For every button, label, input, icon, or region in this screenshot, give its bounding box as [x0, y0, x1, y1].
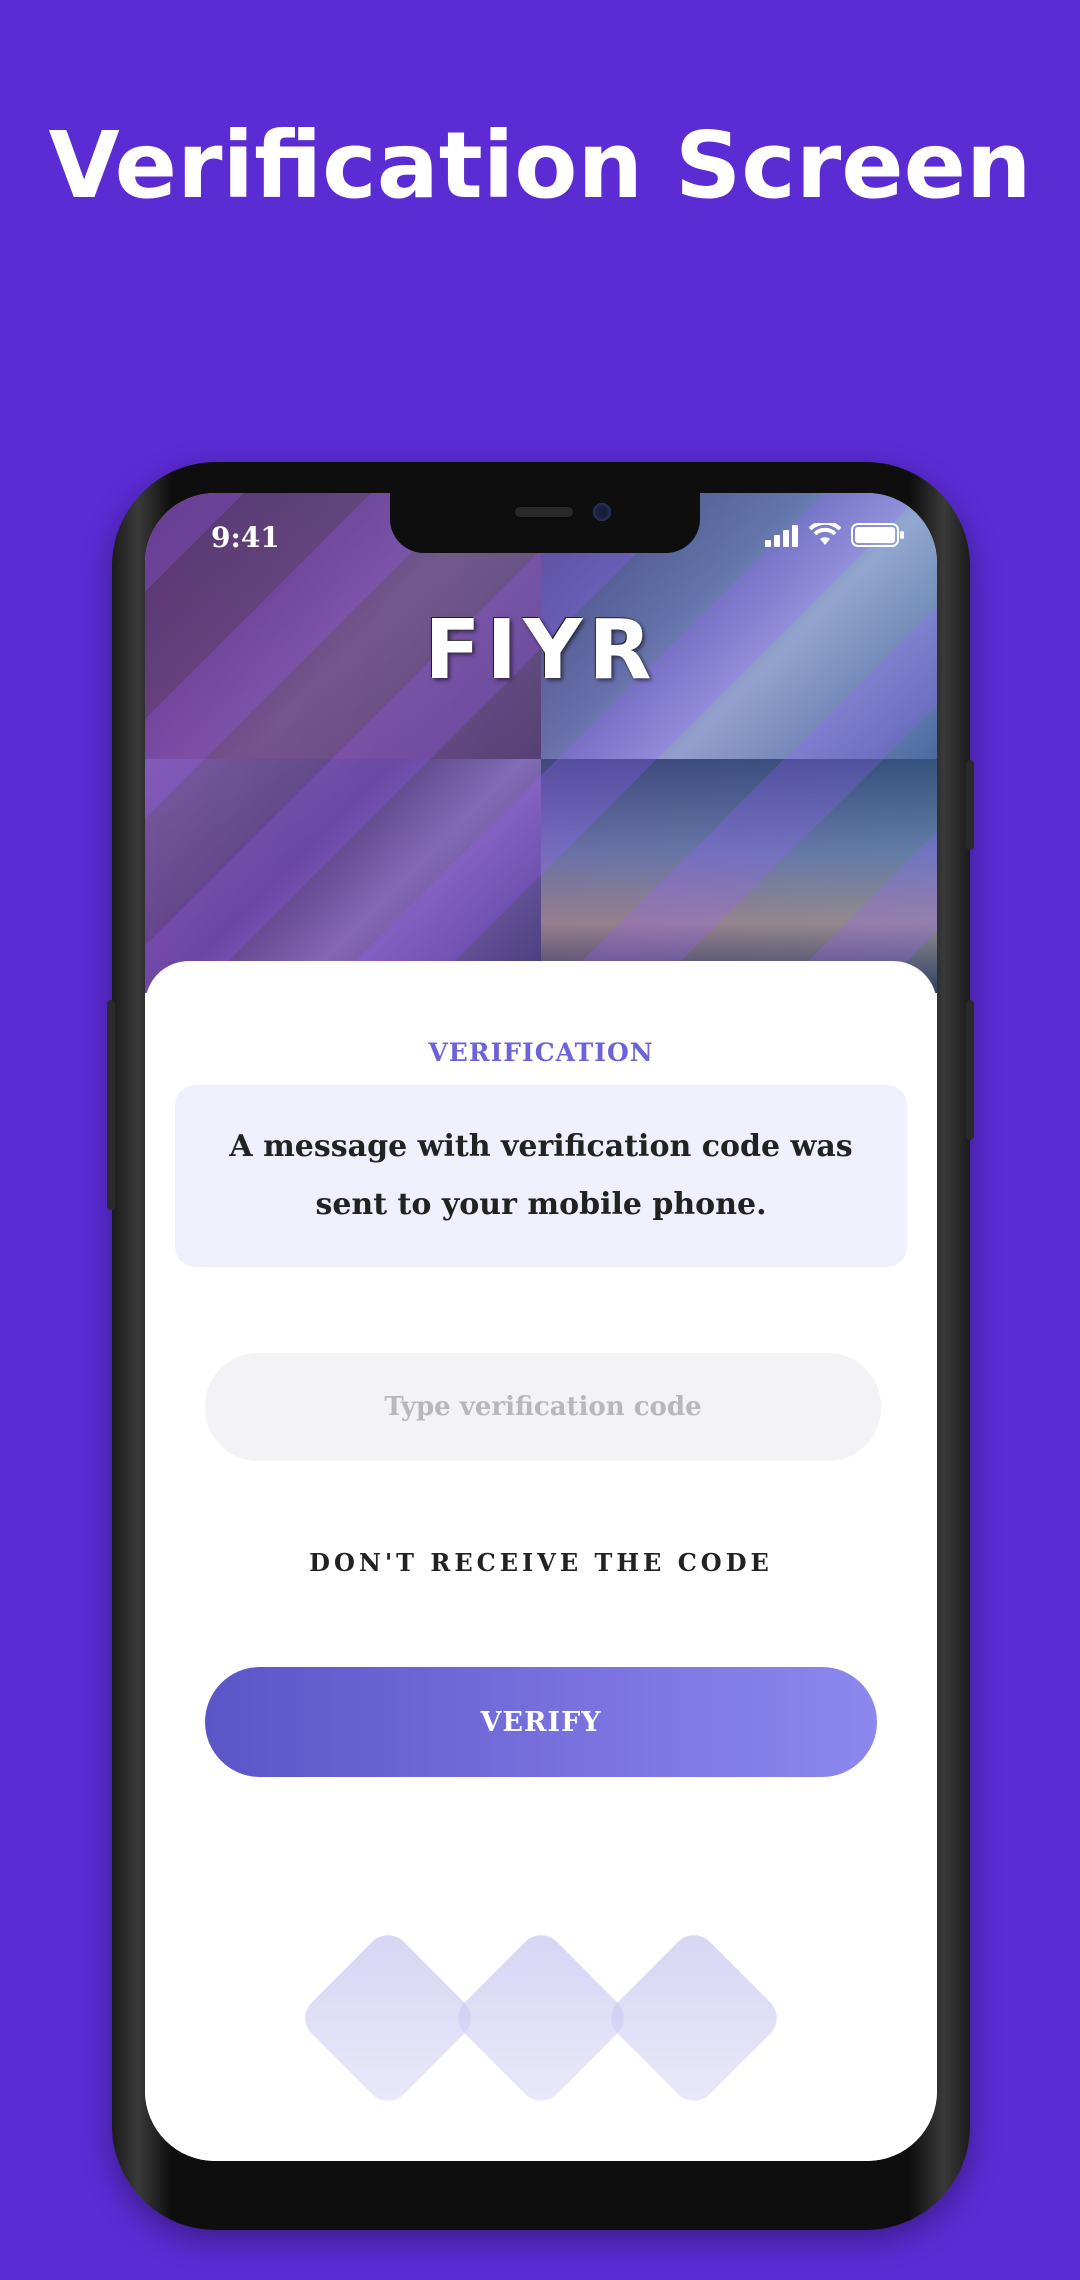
app-logo: FIYR [424, 603, 658, 698]
phone-notch [390, 493, 700, 553]
phone-power-button [966, 760, 974, 850]
page-headline: Verification Screen [48, 112, 1032, 219]
hero-stripe-overlay [145, 493, 937, 993]
status-icons [765, 523, 905, 547]
front-camera [593, 503, 611, 521]
signal-icon [765, 525, 798, 547]
phone-side-button [107, 1000, 115, 1210]
phone-volume-button [966, 1000, 974, 1140]
battery-icon [851, 523, 904, 547]
verification-message: A message with verification code was sen… [229, 1129, 853, 1222]
status-time: 9:41 [211, 521, 280, 554]
speaker-grille [515, 507, 573, 517]
message-box: A message with verification code was sen… [175, 1085, 907, 1267]
verify-button[interactable]: VERIFY [205, 1667, 877, 1777]
phone-screen: 9:41 FIYR VERIFICATION A message with ve… [145, 493, 937, 2161]
hero-image-collage: 9:41 FIYR [145, 493, 937, 993]
section-title: VERIFICATION [428, 1038, 654, 1067]
resend-code-link[interactable]: DON'T RECEIVE THE CODE [145, 1548, 937, 1577]
wifi-icon [809, 523, 841, 545]
verification-code-input[interactable] [205, 1353, 881, 1461]
